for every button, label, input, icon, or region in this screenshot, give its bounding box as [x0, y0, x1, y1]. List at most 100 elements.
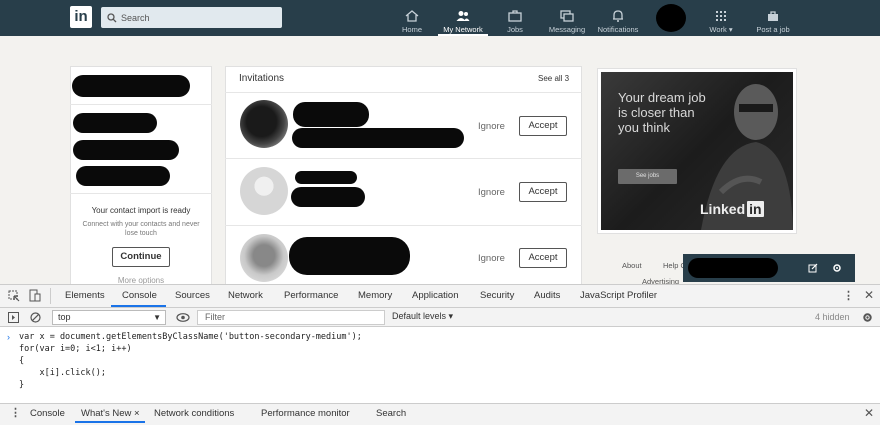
drawer-tab-performance-monitor[interactable]: Performance monitor	[261, 408, 350, 419]
divider	[70, 193, 212, 194]
tab-audits[interactable]: Audits	[534, 290, 560, 301]
messaging-icon	[560, 10, 574, 22]
live-expression-eye-icon[interactable]	[176, 313, 190, 322]
device-toolbar-icon[interactable]	[29, 289, 41, 302]
divider	[50, 288, 51, 304]
redacted-name	[289, 237, 410, 275]
profile-avatar-redacted[interactable]	[656, 4, 686, 32]
tab-elements[interactable]: Elements	[65, 290, 105, 301]
accept-button[interactable]: Accept	[519, 248, 567, 268]
search-icon	[107, 12, 117, 22]
wordmark-text: Linked	[700, 201, 746, 217]
settings-gear-icon[interactable]	[832, 263, 842, 273]
redacted-name	[295, 171, 357, 184]
prompt-chevron-icon: ›	[7, 332, 10, 342]
see-jobs-button[interactable]: See jobs	[618, 169, 677, 184]
invitation-avatar[interactable]	[240, 167, 288, 215]
nav-label: Post a job	[756, 25, 790, 34]
accept-button[interactable]: Accept	[519, 116, 567, 136]
ignore-button[interactable]: Ignore	[478, 187, 505, 198]
drawer-tab-whats-new[interactable]: What's New ×	[81, 408, 140, 419]
close-drawer-icon[interactable]: ✕	[864, 406, 874, 420]
more-vertical-icon[interactable]: ⋮	[843, 289, 854, 302]
nav-home[interactable]: Home	[398, 4, 426, 34]
see-all-link[interactable]: See all 3	[538, 74, 569, 83]
context-select[interactable]: top ▼	[52, 310, 166, 325]
nav-label: Notifications	[597, 25, 639, 34]
nav-label: Jobs	[507, 25, 523, 34]
divider	[70, 104, 212, 105]
redacted-headline	[291, 187, 365, 207]
redacted-messaging	[688, 258, 778, 278]
invitations-title: Invitations	[239, 73, 285, 84]
show-sidebar-icon[interactable]	[8, 312, 19, 323]
console-line: x[i].click();	[19, 368, 106, 378]
ignore-button[interactable]: Ignore	[478, 253, 505, 264]
tab-application[interactable]: Application	[412, 290, 458, 301]
briefcase-icon	[768, 11, 778, 21]
inspect-element-icon[interactable]	[8, 290, 20, 302]
divider	[225, 225, 582, 226]
nav-label: Messaging	[548, 25, 586, 34]
invitation-avatar[interactable]	[240, 100, 288, 148]
tab-console[interactable]: Console	[122, 290, 157, 301]
ignore-button[interactable]: Ignore	[478, 121, 505, 132]
continue-button[interactable]: Continue	[112, 247, 170, 267]
accept-button[interactable]: Accept	[519, 182, 567, 202]
close-devtools-icon[interactable]: ✕	[864, 288, 874, 302]
dropdown-arrow-icon: ▼	[153, 313, 161, 322]
hidden-count: 4 hidden	[815, 312, 850, 322]
filter-input[interactable]: Filter	[197, 310, 385, 325]
import-title: Your contact import is ready	[91, 206, 191, 215]
import-subtitle: Connect with your contacts and never los…	[82, 221, 200, 237]
tab-javascript-profiler[interactable]: JavaScript Profiler	[580, 290, 657, 301]
nav-post-job[interactable]: Post a job	[754, 4, 792, 34]
search-placeholder: Search	[121, 12, 150, 23]
console-line: }	[19, 380, 25, 390]
footer-about-link[interactable]: About	[622, 261, 642, 270]
clear-console-icon[interactable]	[30, 312, 41, 323]
redacted-headline	[292, 128, 464, 148]
console-line: var x = document.getElementsByClassName(…	[19, 332, 362, 342]
compose-icon[interactable]	[808, 263, 818, 273]
drawer-menu-icon[interactable]: ⋮	[10, 406, 21, 419]
tab-network[interactable]: Network	[228, 290, 263, 301]
nav-work[interactable]: Work ▾	[706, 4, 736, 34]
grid-icon	[716, 11, 726, 21]
linkedin-logo[interactable]: in	[70, 6, 92, 28]
ad-headline: Your dream job is closer than you think	[618, 90, 706, 135]
tab-sources[interactable]: Sources	[175, 290, 210, 301]
tab-performance[interactable]: Performance	[284, 290, 338, 301]
redacted-text	[73, 140, 179, 160]
console-line: {	[19, 356, 25, 366]
invitation-avatar[interactable]	[240, 234, 288, 282]
nav-notifications[interactable]: Notifications	[595, 4, 641, 34]
nav-my-network[interactable]: My Network	[438, 4, 488, 36]
home-icon	[405, 10, 419, 22]
divider	[225, 92, 582, 93]
jobs-icon	[508, 10, 522, 22]
nav-label: Work ▾	[709, 25, 733, 34]
divider	[225, 158, 582, 159]
console-line: for(var i=0; i<1; i++)	[19, 344, 132, 354]
linkedin-wordmark: Linked in	[700, 201, 764, 217]
drawer-tab-network-conditions[interactable]: Network conditions	[154, 408, 234, 419]
nav-messaging[interactable]: Messaging	[547, 4, 587, 34]
network-icon	[456, 11, 470, 21]
nav-label: Home	[401, 25, 422, 34]
nav-jobs[interactable]: Jobs	[504, 4, 526, 34]
tab-memory[interactable]: Memory	[358, 290, 392, 301]
context-value: top	[58, 312, 71, 322]
redacted-name	[72, 75, 190, 97]
drawer-tab-console[interactable]: Console	[30, 408, 65, 419]
tab-security[interactable]: Security	[480, 290, 514, 301]
wordmark-in: in	[747, 201, 764, 217]
log-levels-dropdown[interactable]: Default levels ▾	[392, 311, 453, 322]
active-tab-indicator	[111, 305, 166, 307]
search-input[interactable]: Search	[101, 7, 282, 28]
redacted-text	[76, 166, 170, 186]
redacted-text	[73, 113, 157, 133]
console-settings-gear-icon[interactable]	[862, 312, 873, 323]
drawer-tab-search[interactable]: Search	[376, 408, 406, 419]
nav-label: My Network	[443, 25, 483, 34]
